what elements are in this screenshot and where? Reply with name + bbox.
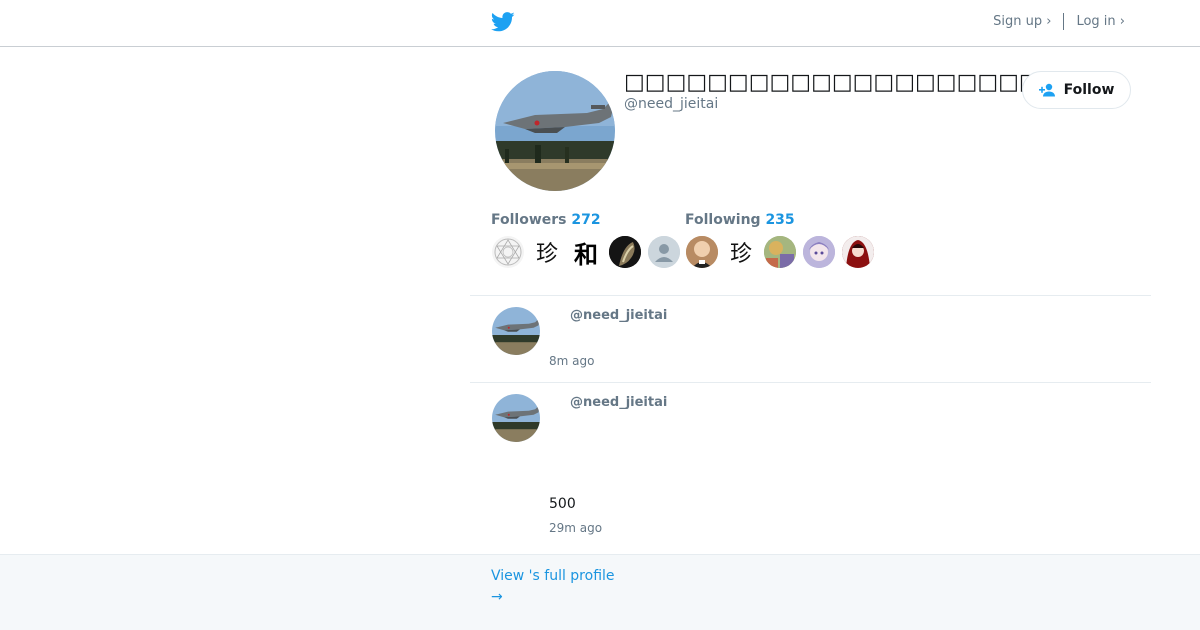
arrow-right-icon: →	[491, 589, 503, 605]
screen-name: @need_jieitai	[624, 96, 719, 112]
auth-separator	[1063, 13, 1065, 30]
timeline-divider	[470, 295, 1151, 296]
follower-avatar[interactable]	[492, 236, 524, 268]
followers-stat[interactable]: Followers 272	[491, 212, 601, 228]
tweet-avatar[interactable]	[492, 394, 540, 442]
auth-links: Sign up › Log in ›	[993, 13, 1125, 30]
calligraphy-char: 和	[574, 239, 598, 269]
follower-avatar[interactable]: 珍	[531, 236, 563, 268]
following-faces: 珍	[686, 236, 874, 268]
following-avatar[interactable]	[686, 236, 718, 268]
follower-avatar[interactable]	[609, 236, 641, 268]
followers-faces: 珍 和	[492, 236, 680, 268]
tweet-text: 500	[549, 496, 576, 512]
followers-label: Followers	[491, 212, 567, 228]
display-name: □□□□□□□□□□□□□□□□□□□□	[624, 70, 1040, 95]
follower-avatar[interactable]	[648, 236, 680, 268]
following-count: 235	[765, 212, 795, 228]
profile-footer: View 's full profile →	[0, 554, 1200, 630]
tweet-handle[interactable]: @need_jieitai	[570, 395, 667, 410]
anime-purple-image	[803, 236, 835, 268]
signup-link[interactable]: Sign up ›	[993, 14, 1051, 29]
following-avatar[interactable]	[803, 236, 835, 268]
timeline-divider	[470, 382, 1151, 383]
following-avatar[interactable]	[764, 236, 796, 268]
sigil-icon	[494, 238, 522, 266]
followers-count: 272	[571, 212, 601, 228]
following-avatar[interactable]: 珍	[725, 236, 757, 268]
follower-avatar[interactable]: 和	[570, 236, 602, 268]
add-person-icon	[1038, 83, 1055, 97]
view-profile-label: View 's full profile	[491, 568, 615, 584]
jet-photo-image	[495, 71, 615, 191]
follow-label: Follow	[1063, 82, 1115, 98]
profile-avatar[interactable]	[495, 71, 615, 191]
following-label: Following	[685, 212, 761, 228]
dark-photo-image	[609, 236, 641, 268]
twitter-bird-icon[interactable]	[491, 12, 515, 32]
login-link[interactable]: Log in ›	[1076, 14, 1125, 29]
calligraphy-char: 珍	[729, 242, 752, 267]
default-user-icon	[648, 236, 680, 268]
jet-photo-image	[492, 307, 540, 355]
follow-button[interactable]: Follow	[1022, 71, 1131, 109]
jet-photo-image	[492, 394, 540, 442]
anime-red-image	[842, 236, 874, 268]
top-bar: Sign up › Log in ›	[0, 0, 1200, 47]
view-full-profile-link[interactable]: View 's full profile →	[491, 566, 615, 608]
following-avatar[interactable]	[842, 236, 874, 268]
tweet-avatar[interactable]	[492, 307, 540, 355]
tweet-handle[interactable]: @need_jieitai	[570, 308, 667, 323]
colorful-photo-image	[764, 236, 796, 268]
tweet-time[interactable]: 8m ago	[549, 354, 594, 368]
person-photo-image	[686, 236, 718, 268]
following-stat[interactable]: Following 235	[685, 212, 795, 228]
tweet-time[interactable]: 29m ago	[549, 521, 602, 535]
calligraphy-char: 珍	[535, 242, 558, 267]
